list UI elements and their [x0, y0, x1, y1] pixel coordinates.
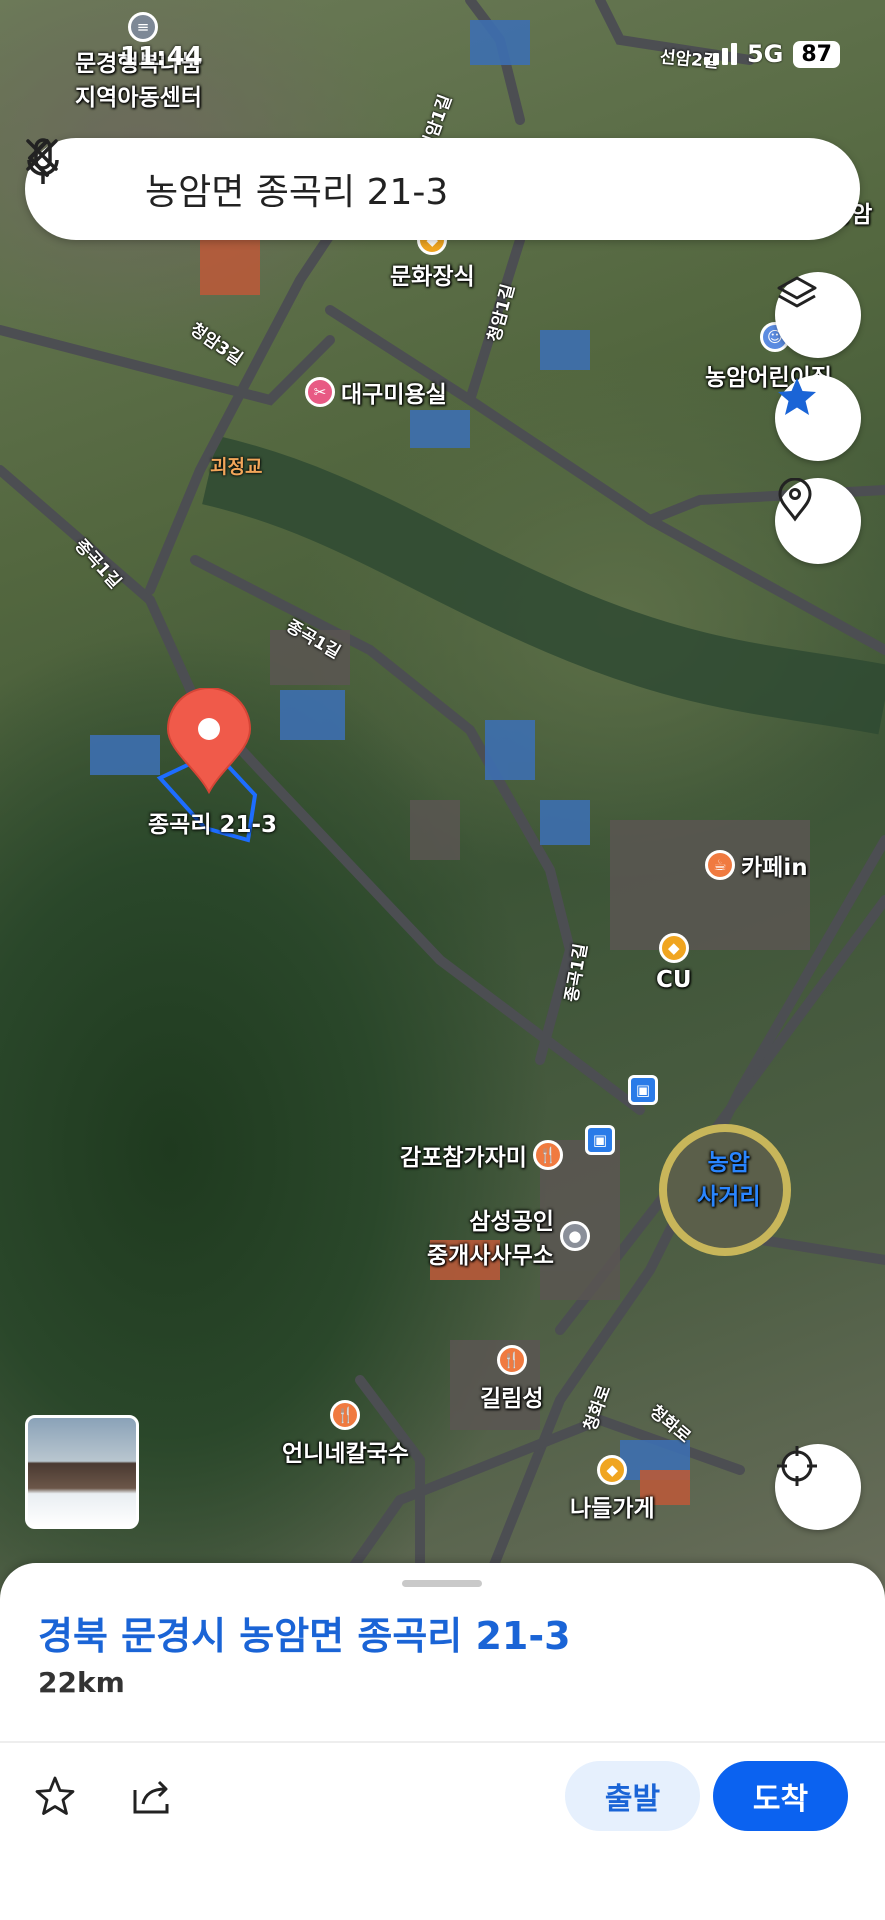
poi-label: 문화장식 — [390, 264, 475, 290]
poi-nadeul[interactable]: ◆ 나들가게 — [570, 1455, 655, 1523]
poi-label: 길림성 — [480, 1386, 544, 1412]
cafe-icon: ☕ — [705, 850, 735, 880]
location-pin-icon — [778, 478, 812, 522]
poi-label: 농암 — [707, 1150, 750, 1176]
restaurant-icon: 🍴 — [532, 1140, 563, 1170]
restaurant-icon: 🍴 — [330, 1400, 361, 1430]
crosshair-icon — [777, 1446, 817, 1486]
map-pin-icon — [166, 688, 252, 795]
search-query[interactable]: 농암면 종곡리 21-3 — [145, 163, 682, 215]
battery-level: 87 — [793, 40, 840, 68]
bus-stop-icon: ▣ — [628, 1075, 658, 1105]
convenience-store-icon: ◆ — [658, 933, 689, 963]
street-view-thumbnail[interactable] — [25, 1415, 139, 1529]
poi-center-icon-wrap: ≡ — [128, 12, 158, 42]
search-bar[interactable]: 농암면 종곡리 21-3 — [25, 138, 860, 240]
poi-label: 언니네칼국수 — [282, 1441, 409, 1467]
close-icon — [26, 139, 58, 171]
poi-samsung-realty[interactable]: 삼성공인 중개사사무소 ● — [427, 1202, 590, 1270]
arrive-button[interactable]: 도착 — [713, 1761, 848, 1831]
poi-bus-stop-2[interactable]: ▣ — [585, 1125, 615, 1155]
poi-kalguksu[interactable]: 🍴 언니네칼국수 — [282, 1400, 409, 1468]
shop-icon: ◆ — [597, 1455, 628, 1485]
poi-label: 삼성공인 — [469, 1209, 554, 1235]
star-outline-icon — [35, 1776, 75, 1815]
office-icon: ● — [559, 1221, 590, 1251]
poi-label: 나들가게 — [570, 1496, 655, 1522]
scissors-icon: ✂ — [305, 377, 335, 407]
share-icon — [133, 1780, 169, 1814]
poi-bus-stop-1[interactable]: ▣ — [628, 1075, 658, 1105]
bus-stop-icon: ▣ — [585, 1125, 615, 1155]
star-icon — [778, 378, 816, 415]
poi-gampo[interactable]: 감포참가자미 🍴 — [400, 1138, 563, 1172]
place-marker-button[interactable] — [775, 478, 861, 564]
layers-icon — [777, 276, 817, 308]
poi-cu[interactable]: ◆ CU — [656, 933, 692, 993]
poi-label: 중개사사무소 — [427, 1243, 554, 1269]
current-location-button[interactable] — [775, 1444, 861, 1530]
divider — [0, 1741, 885, 1743]
sheet-handle[interactable] — [402, 1580, 482, 1587]
map-view[interactable]: 청암3길 청암1길 종곡1길 종곡1길 종곡1길 청화로 청화로 청암1길 선암… — [0, 0, 885, 1600]
back-button[interactable] — [28, 139, 107, 211]
save-button[interactable] — [25, 1766, 85, 1826]
status-bar: 5G 87 — [703, 40, 840, 68]
poi-label: 지역아동센터 — [75, 85, 202, 111]
bridge-label: 괴정교 — [210, 456, 263, 478]
favorites-button[interactable] — [775, 375, 861, 461]
voice-search-button[interactable] — [27, 138, 732, 214]
building-icon: ≡ — [128, 12, 158, 42]
poi-daegu-salon[interactable]: ✂ 대구미용실 — [305, 375, 447, 409]
poi-label: 감포참가자미 — [400, 1145, 527, 1171]
poi-label: 카페in — [741, 855, 808, 881]
clear-button[interactable] — [26, 139, 822, 214]
signal-icon — [703, 43, 737, 65]
poi-label: 대구미용실 — [341, 382, 447, 408]
place-address: 경북 문경시 농암면 종곡리 21-3 — [38, 1614, 571, 1658]
start-button[interactable]: 출발 — [565, 1761, 700, 1831]
restaurant-icon: 🍴 — [496, 1345, 527, 1375]
status-time: 11:44 — [120, 42, 203, 72]
poi-label: 사거리 — [697, 1184, 761, 1210]
layers-button[interactable] — [775, 272, 861, 358]
network-type: 5G — [746, 40, 784, 68]
poi-nongam-intersection[interactable]: 농암 사거리 — [697, 1143, 760, 1211]
poi-cafe-in[interactable]: ☕ 카페in — [705, 848, 808, 882]
pin-label: 종곡리 21-3 — [148, 812, 278, 838]
poi-label: CU — [656, 967, 692, 993]
place-distance: 22km — [38, 1666, 125, 1699]
place-sheet[interactable]: 경북 문경시 농암면 종곡리 21-3 22km 출발 도착 — [0, 1563, 885, 1920]
share-button[interactable] — [124, 1766, 184, 1826]
poi-gilrimseong[interactable]: 🍴 길림성 — [480, 1345, 543, 1413]
